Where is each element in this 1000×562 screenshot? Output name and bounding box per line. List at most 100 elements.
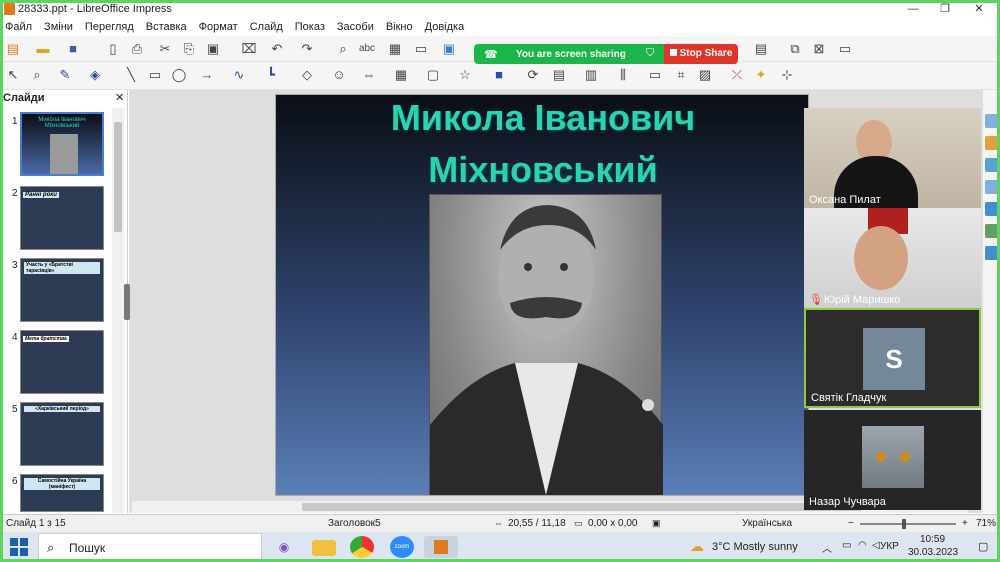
- display-views-icon[interactable]: ▣: [440, 40, 458, 58]
- taskbar-search[interactable]: ⌕ Пошук: [38, 533, 262, 561]
- zoom-app-icon[interactable]: zoom: [390, 536, 414, 558]
- navigator-icon[interactable]: [985, 246, 999, 260]
- arrange-icon[interactable]: ▥: [582, 66, 600, 84]
- menu-window[interactable]: Вікно: [386, 21, 413, 33]
- master-slides-icon[interactable]: [985, 180, 999, 194]
- windows-start-icon[interactable]: [10, 538, 28, 556]
- crop-icon[interactable]: ⌗: [672, 66, 690, 84]
- points-icon[interactable]: ✦: [752, 66, 770, 84]
- export-pdf-icon[interactable]: ▯: [104, 40, 122, 58]
- menu-file[interactable]: Файл: [5, 21, 32, 33]
- participant-tile[interactable]: Оксана Пилат: [804, 108, 981, 208]
- clone-format-icon[interactable]: ⌧: [240, 40, 258, 58]
- toggle-extrusion-icon[interactable]: ⤫: [728, 66, 746, 84]
- cut-icon[interactable]: ✂: [156, 40, 174, 58]
- close-icon[interactable]: ✕: [962, 0, 996, 18]
- rotate-icon[interactable]: ⟳: [524, 66, 542, 84]
- align-icon[interactable]: ▤: [550, 66, 568, 84]
- line-color-icon[interactable]: ✎: [56, 66, 74, 84]
- impress-taskbar-icon[interactable]: [424, 536, 458, 558]
- panel-scroll-thumb[interactable]: [114, 122, 122, 232]
- rectangle-icon[interactable]: ▭: [146, 66, 164, 84]
- close-panel-icon[interactable]: ✕: [115, 91, 124, 104]
- line-tool-icon[interactable]: ╲: [122, 66, 140, 84]
- slide-thumb-4[interactable]: Мета братства: [20, 330, 104, 394]
- zoom-out-icon[interactable]: −: [848, 518, 854, 529]
- undo-icon[interactable]: ↶: [268, 40, 286, 58]
- arrow-line-icon[interactable]: →: [198, 66, 216, 84]
- slide-thumb-5[interactable]: «Харківський період»: [20, 402, 104, 466]
- viber-icon[interactable]: ◉: [272, 536, 296, 558]
- panel-scrollbar[interactable]: [112, 108, 124, 513]
- symbol-shapes-icon[interactable]: ☺: [330, 66, 348, 84]
- block-arrows-icon[interactable]: ⇔: [360, 66, 378, 84]
- zoom-slider[interactable]: [860, 519, 956, 529]
- shadow-icon[interactable]: ▭: [646, 66, 664, 84]
- file-explorer-icon[interactable]: [312, 540, 336, 556]
- notifications-icon[interactable]: ▢: [978, 540, 988, 553]
- slide-layout-icon[interactable]: ▭: [836, 40, 854, 58]
- horizontal-scroll-thumb[interactable]: [302, 503, 862, 511]
- document-modified-icon[interactable]: ▣: [652, 518, 661, 529]
- styles-icon[interactable]: [985, 202, 999, 216]
- menu-edit[interactable]: Зміни: [44, 21, 73, 33]
- find-icon[interactable]: ⌕: [334, 40, 352, 58]
- select-arrow-icon[interactable]: ↖: [4, 66, 22, 84]
- redo-icon[interactable]: ↷: [298, 40, 316, 58]
- participant-tile-active[interactable]: S Святік Гладчук: [804, 308, 981, 408]
- participant-tile[interactable]: Назар Чучвара: [804, 410, 981, 510]
- connector-icon[interactable]: ┗: [262, 66, 280, 84]
- flowchart-icon[interactable]: ▦: [392, 66, 410, 84]
- slide-thumb-1[interactable]: Микола Іванович Міхновський: [20, 112, 104, 176]
- gallery-icon[interactable]: [985, 224, 999, 238]
- clock-date[interactable]: 30.03.2023: [908, 547, 958, 558]
- slide-thumb-2[interactable]: Ранні роки: [20, 186, 104, 250]
- save-icon[interactable]: ■: [64, 40, 82, 58]
- copy-icon[interactable]: ⎘: [180, 40, 198, 58]
- distribute-icon[interactable]: ⫼: [614, 66, 632, 84]
- insert-image-icon[interactable]: ▤: [752, 40, 770, 58]
- helplines-icon[interactable]: ▭: [412, 40, 430, 58]
- paste-icon[interactable]: ▣: [204, 40, 222, 58]
- language-indicator[interactable]: Українська: [742, 518, 792, 529]
- menu-insert[interactable]: Вставка: [146, 21, 187, 33]
- 3d-objects-icon[interactable]: ■: [490, 66, 508, 84]
- zoom-icon[interactable]: ⌕: [28, 66, 46, 84]
- new-icon[interactable]: ▤: [4, 40, 22, 58]
- menu-show[interactable]: Показ: [295, 21, 325, 33]
- portrait-image[interactable]: [429, 194, 663, 495]
- zoom-slider-handle[interactable]: [902, 519, 906, 529]
- basic-shapes-icon[interactable]: ◇: [298, 66, 316, 84]
- animation-icon[interactable]: [985, 158, 999, 172]
- curve-icon[interactable]: ∿: [230, 66, 248, 84]
- callouts-icon[interactable]: ▢: [424, 66, 442, 84]
- keyboard-language[interactable]: УКР: [880, 541, 899, 552]
- menu-tools[interactable]: Засоби: [337, 21, 374, 33]
- duplicate-slide-icon[interactable]: ⧉: [786, 40, 804, 58]
- zoom-in-icon[interactable]: +: [962, 518, 968, 529]
- slide-title-line-2[interactable]: Міхновський: [276, 149, 810, 191]
- open-folder-icon[interactable]: ▬: [34, 40, 52, 58]
- chrome-icon[interactable]: [350, 536, 374, 558]
- battery-icon[interactable]: ▭: [842, 540, 851, 551]
- fill-color-icon[interactable]: ◈: [86, 66, 104, 84]
- transition-icon[interactable]: [985, 136, 999, 150]
- grid-icon[interactable]: ▦: [386, 40, 404, 58]
- minimize-icon[interactable]: —: [896, 0, 930, 18]
- weather-text[interactable]: 3°C Mostly sunny: [712, 541, 798, 553]
- slide-thumb-6[interactable]: Самостійна Україна (маніфест): [20, 474, 104, 512]
- slide-title-line-1[interactable]: Микола Іванович: [276, 97, 810, 139]
- zoom-level[interactable]: 71%: [976, 518, 996, 529]
- glue-points-icon[interactable]: ⊹: [778, 66, 796, 84]
- menu-help[interactable]: Довідка: [425, 21, 465, 33]
- menu-view[interactable]: Перегляд: [85, 21, 134, 33]
- print-icon[interactable]: ⎙: [128, 40, 146, 58]
- volume-icon[interactable]: ◁: [872, 540, 880, 551]
- stop-share-button[interactable]: Stop Share: [664, 44, 738, 64]
- ellipse-icon[interactable]: ◯: [170, 66, 188, 84]
- panel-splitter-handle[interactable]: [124, 284, 130, 320]
- wifi-icon[interactable]: ◠: [858, 540, 867, 551]
- menu-format[interactable]: Формат: [199, 21, 238, 33]
- filter-icon[interactable]: ▨: [696, 66, 714, 84]
- participant-tile[interactable]: 🎙 Юрій Маришко: [804, 208, 981, 308]
